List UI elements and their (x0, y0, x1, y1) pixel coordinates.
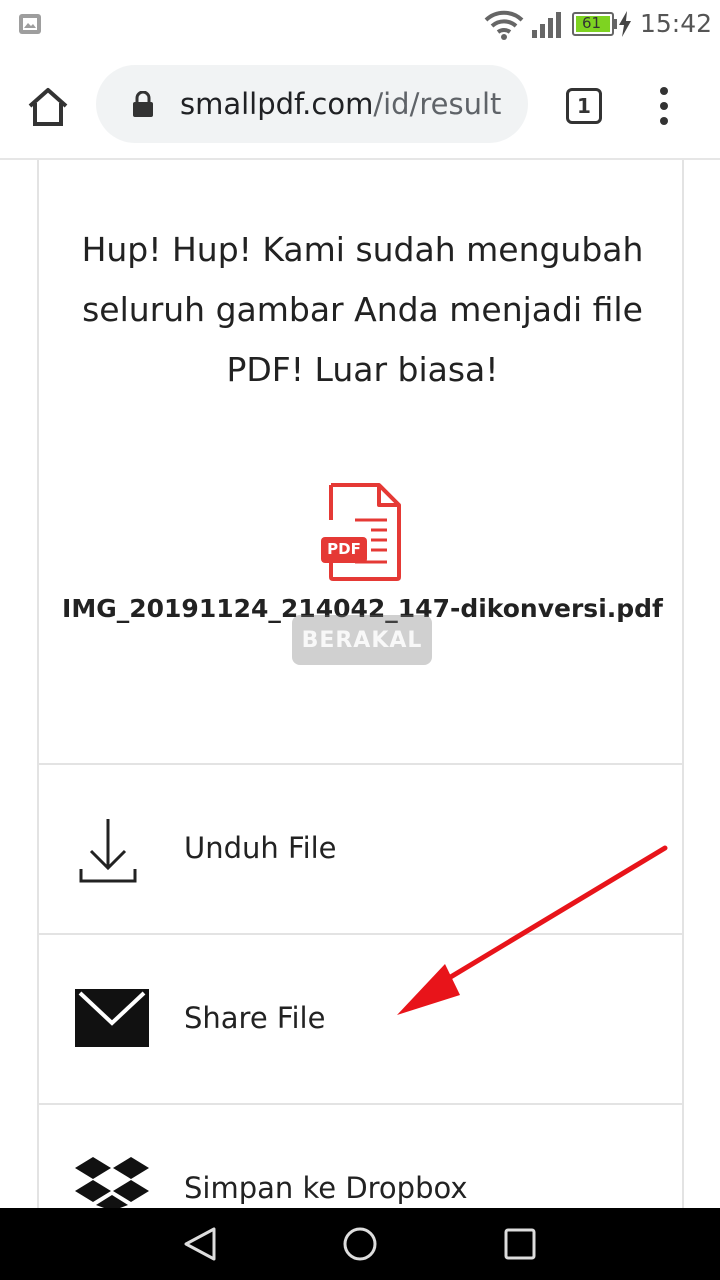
url-host: smallpdf.com (180, 87, 374, 121)
url-path: /id/result (373, 87, 502, 121)
annotation-arrow-icon (397, 845, 668, 1015)
tab-switcher-button[interactable]: 1 (566, 88, 602, 124)
url-text: smallpdf.com/id/result (180, 87, 501, 121)
back-icon[interactable] (182, 1226, 218, 1262)
watermark: BERAKAL (292, 615, 432, 665)
battery-level: 61 (582, 14, 602, 32)
overflow-menu-icon[interactable] (652, 86, 676, 126)
envelope-icon (75, 989, 149, 1047)
status-bar: 61 15:42 (0, 0, 720, 48)
battery-indicator: 61 (572, 12, 618, 40)
cellular-signal-icon (532, 12, 561, 38)
save-to-dropbox-label: Simpan ke Dropbox (184, 1171, 468, 1205)
browser-toolbar: smallpdf.com/id/result 1 (0, 48, 720, 160)
home-icon[interactable] (24, 83, 72, 131)
share-file-label: Share File (184, 1001, 326, 1035)
result-headline: Hup! Hup! Kami sudah mengubah seluruh ga… (81, 230, 644, 389)
home-nav-icon[interactable] (342, 1226, 378, 1262)
download-file-label: Unduh File (184, 831, 337, 865)
recent-apps-icon[interactable] (504, 1228, 536, 1260)
dropbox-icon (75, 1157, 149, 1211)
lock-icon (133, 91, 153, 117)
pdf-badge-label: PDF (327, 540, 361, 558)
gallery-notification-icon (19, 14, 41, 34)
charging-bolt-icon (619, 11, 631, 37)
system-navigation-bar (0, 1208, 720, 1280)
status-time: 15:42 (640, 9, 713, 38)
tab-count: 1 (577, 94, 591, 118)
download-icon (79, 819, 137, 883)
address-bar[interactable]: smallpdf.com/id/result (96, 65, 528, 143)
pdf-document-icon (321, 483, 401, 581)
result-card: Hup! Hup! Kami sudah mengubah seluruh ga… (37, 160, 684, 1211)
wifi-icon (484, 10, 524, 40)
pdf-file-icon: PDF (321, 482, 403, 586)
